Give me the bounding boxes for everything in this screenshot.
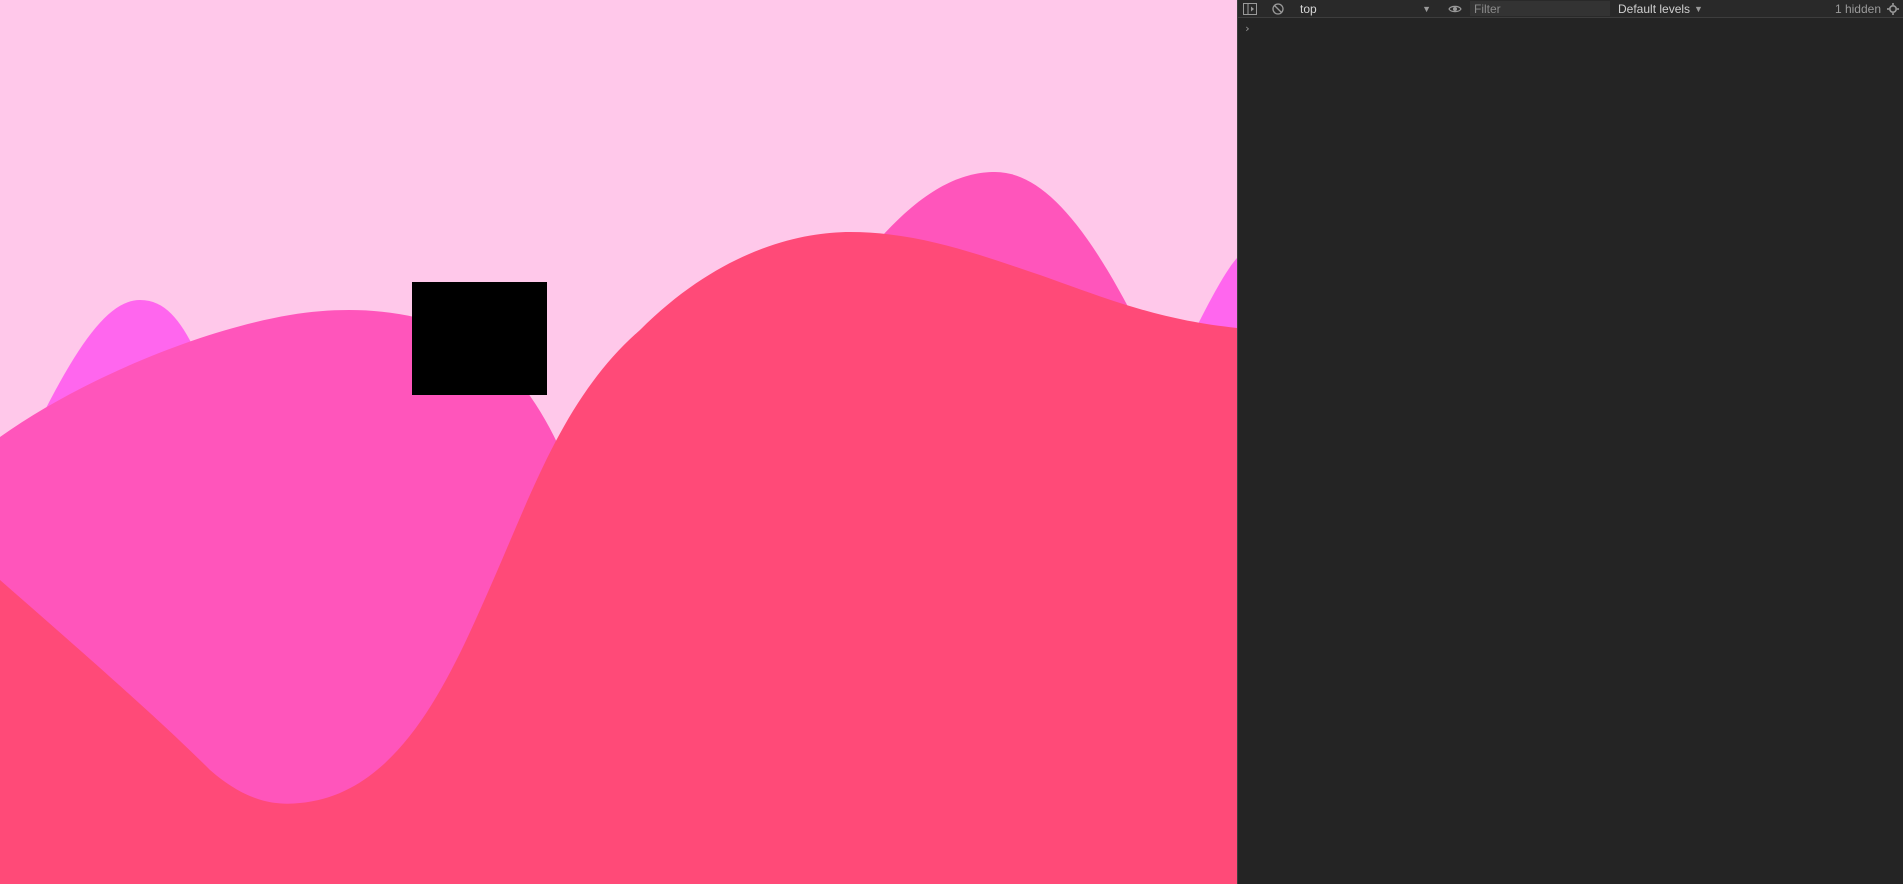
dropdown-arrow-icon: ▼ bbox=[1422, 3, 1431, 14]
devtools-panel: top ▼ Default levels ▼ 1 hidden › bbox=[1237, 0, 1903, 884]
game-viewport[interactable] bbox=[0, 0, 1237, 884]
context-select-value: top bbox=[1300, 1, 1317, 16]
player-block bbox=[412, 282, 547, 395]
console-toolbar: top ▼ Default levels ▼ 1 hidden bbox=[1238, 0, 1903, 18]
console-prompt[interactable]: › bbox=[1244, 22, 1251, 35]
filter-input[interactable] bbox=[1470, 1, 1610, 16]
gear-icon[interactable] bbox=[1885, 1, 1901, 17]
dropdown-arrow-icon: ▼ bbox=[1694, 3, 1703, 14]
eye-icon[interactable] bbox=[1447, 1, 1463, 17]
log-levels-select[interactable]: Default levels ▼ bbox=[1618, 2, 1703, 16]
clear-console-icon[interactable] bbox=[1270, 1, 1286, 17]
sidebar-icon[interactable] bbox=[1242, 1, 1258, 17]
hidden-count: 1 hidden bbox=[1834, 1, 1881, 16]
game-canvas[interactable] bbox=[0, 0, 1237, 884]
log-levels-value: Default levels bbox=[1618, 1, 1691, 16]
context-select[interactable]: top ▼ bbox=[1300, 2, 1433, 16]
